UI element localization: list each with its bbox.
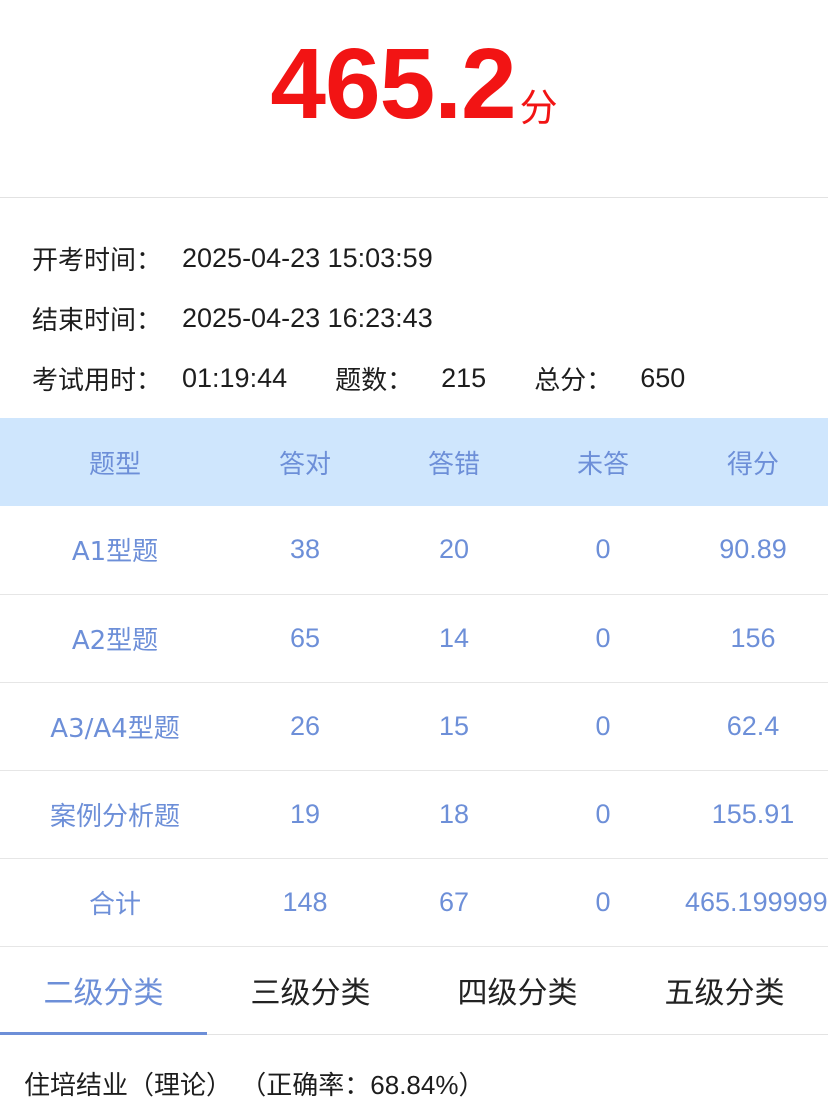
total-score-label: 总分：	[534, 365, 613, 396]
table-total-row: 合计 148 67 0 465.199999	[0, 858, 828, 947]
row-correct: 65	[230, 594, 380, 683]
duration-label: 考试用时：	[32, 365, 163, 396]
table-row: A3/A4型题 26 15 0 62.4	[0, 682, 828, 771]
table-row: 案例分析题 19 18 0 155.91	[0, 770, 828, 859]
row-type: 案例分析题	[0, 770, 230, 859]
start-time-row: 开考时间： 2025-04-23 15:03:59	[0, 228, 828, 288]
row-wrong: 18	[380, 770, 528, 859]
row-type: A3/A4型题	[0, 682, 230, 771]
start-time-label: 开考时间：	[32, 245, 163, 276]
category-name: 住培结业（理论）	[24, 1070, 233, 1101]
end-time-label: 结束时间：	[32, 305, 163, 336]
header-score: 得分	[678, 418, 828, 506]
table-row: A2型题 65 14 0 156	[0, 594, 828, 683]
question-count-label: 题数：	[335, 365, 414, 396]
total-correct: 148	[230, 858, 380, 947]
score-value: 465.2	[270, 28, 516, 140]
row-unanswered: 0	[528, 770, 678, 859]
total-score: 465.199999	[678, 858, 828, 947]
table-row: A1型题 38 20 0 90.89	[0, 506, 828, 595]
header-unanswered: 未答	[528, 418, 678, 506]
header-question-type: 题型	[0, 418, 230, 506]
end-time-row: 结束时间： 2025-04-23 16:23:43	[0, 288, 828, 348]
total-type: 合计	[0, 858, 230, 947]
category-accuracy: （正确率：68.84%）	[240, 1069, 485, 1100]
total-score-value: 650	[640, 362, 686, 393]
score-header: 465.2 分	[0, 0, 828, 198]
row-score: 155.91	[678, 770, 828, 859]
total-unanswered: 0	[528, 858, 678, 947]
row-unanswered: 0	[528, 594, 678, 683]
end-time-value: 2025-04-23 16:23:43	[182, 302, 433, 333]
tab-level-2[interactable]: 二级分类	[0, 947, 207, 1035]
row-wrong: 15	[380, 682, 528, 771]
score-unit: 分	[519, 86, 558, 130]
start-time-value: 2025-04-23 15:03:59	[182, 242, 433, 273]
tab-level-5[interactable]: 五级分类	[621, 947, 828, 1034]
question-count-value: 215	[441, 362, 487, 393]
row-score: 62.4	[678, 682, 828, 771]
score-table: 题型 答对 答错 未答 得分 A1型题 38 20 0 90.89 A2型题 6…	[0, 418, 828, 947]
row-unanswered: 0	[528, 506, 678, 595]
tab-level-4[interactable]: 四级分类	[414, 947, 621, 1034]
row-score: 90.89	[678, 506, 828, 595]
row-correct: 26	[230, 682, 380, 771]
row-unanswered: 0	[528, 682, 678, 771]
row-correct: 38	[230, 506, 380, 595]
row-wrong: 20	[380, 506, 528, 595]
summary-row: 考试用时： 01:19:44 题数： 215 总分： 650	[0, 348, 828, 408]
score-display: 465.2 分	[0, 28, 828, 140]
category-tabs: 二级分类 三级分类 四级分类 五级分类	[0, 947, 828, 1035]
total-wrong: 67	[380, 858, 528, 947]
header-wrong: 答错	[380, 418, 528, 506]
category-result: 住培结业（理论） （正确率：68.84%）	[0, 1035, 828, 1102]
tab-level-3[interactable]: 三级分类	[207, 947, 414, 1034]
duration-value: 01:19:44	[182, 362, 288, 393]
row-score: 156	[678, 594, 828, 683]
row-type: A2型题	[0, 594, 230, 683]
row-correct: 19	[230, 770, 380, 859]
header-correct: 答对	[230, 418, 380, 506]
exam-info: 开考时间： 2025-04-23 15:03:59 结束时间： 2025-04-…	[0, 198, 828, 418]
table-header-row: 题型 答对 答错 未答 得分	[0, 418, 828, 506]
row-wrong: 14	[380, 594, 528, 683]
row-type: A1型题	[0, 506, 230, 595]
